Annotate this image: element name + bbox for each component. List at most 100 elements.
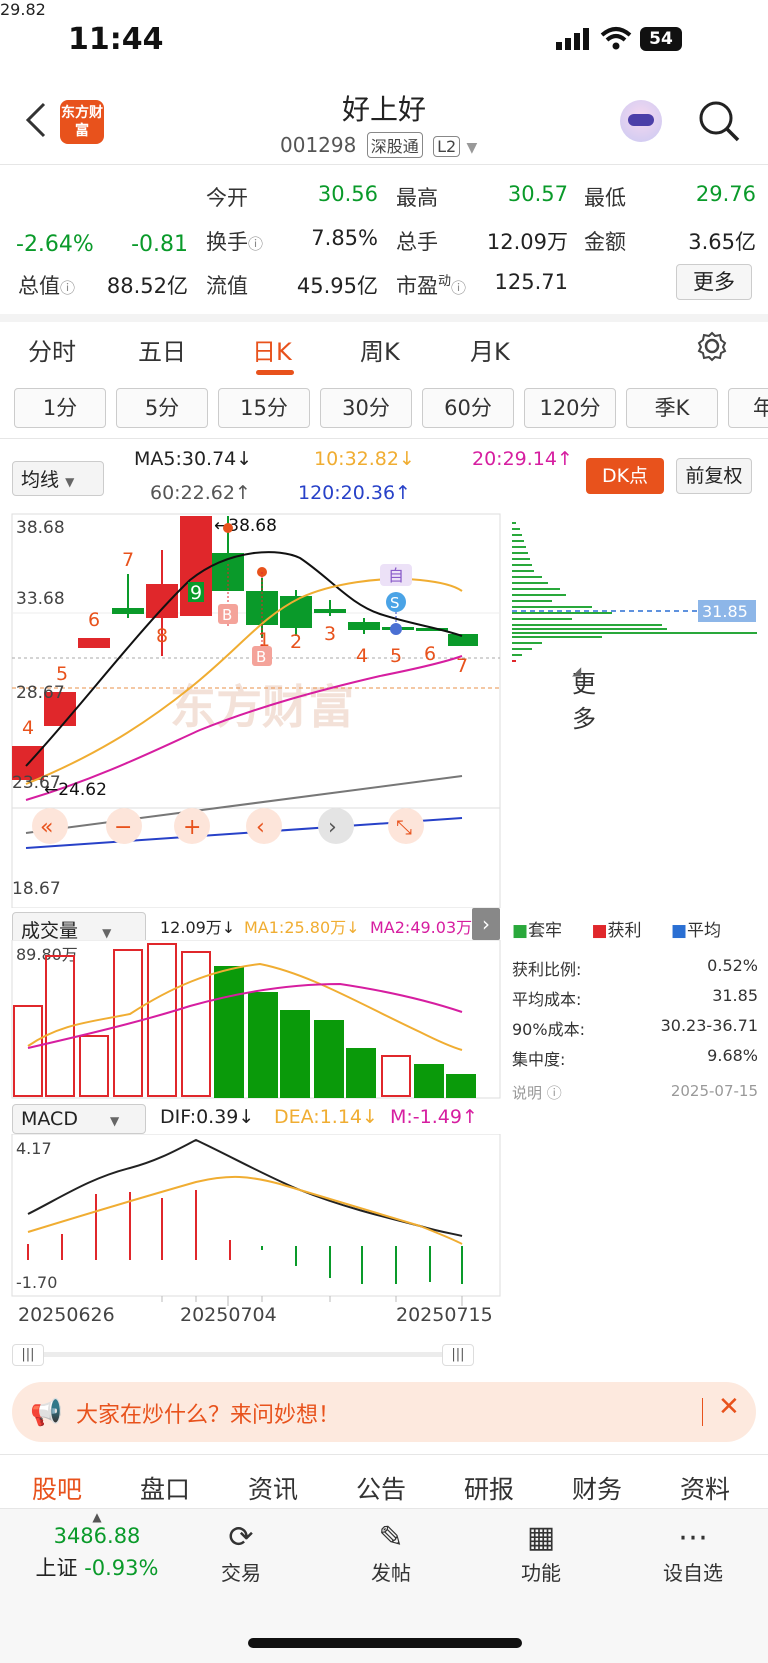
ma10-value: 10:32.82↓ xyxy=(314,448,415,470)
period-1min[interactable]: 1分 xyxy=(14,388,106,428)
pe-label[interactable]: 市盈动ⓘ xyxy=(396,270,466,300)
period-30min[interactable]: 30分 xyxy=(320,388,412,428)
assistant-robot-icon[interactable] xyxy=(620,100,662,142)
index-ticker[interactable]: ▲ 3486.88 上证 -0.93% xyxy=(22,1510,172,1582)
period-60min[interactable]: 60分 xyxy=(422,388,514,428)
turnover-label[interactable]: 换手ⓘ xyxy=(206,226,263,256)
control-label: ⤡ xyxy=(396,815,412,839)
chip-stat-row: 90%成本: 30.23-36.71 xyxy=(512,1016,758,1039)
megaphone-icon: 📢 xyxy=(30,1398,63,1428)
day-number: 2 xyxy=(290,631,302,653)
banner-text: 大家在炒什么？来问妙想！ xyxy=(76,1403,341,1428)
volume-ma2: MA2:49.03万 xyxy=(370,918,473,937)
chip-date: 2025-07-15 xyxy=(670,1082,758,1100)
tab-profile[interactable]: 资料 xyxy=(680,1470,730,1506)
date-label: 20250626 xyxy=(18,1304,115,1326)
legend-average: 平均 xyxy=(687,921,721,941)
more-button[interactable]: 更多 xyxy=(676,264,752,300)
info-icon: ⓘ xyxy=(451,279,467,297)
high-label: 最高 xyxy=(396,186,438,210)
info-icon: ⓘ xyxy=(60,279,76,297)
info-icon: ⓘ xyxy=(546,1084,562,1102)
day-number: 5 xyxy=(56,663,68,685)
index-value: 3486.88 xyxy=(53,1524,141,1548)
chip-stat-row: 平均成本: 31.85 xyxy=(512,986,758,1009)
candle xyxy=(348,622,380,630)
ai-question-banner[interactable]: 📢 大家在炒什么？来问妙想！ ✕ xyxy=(12,1382,756,1442)
legend-trapped: 套牢 xyxy=(528,921,563,941)
open-value: 30.56 xyxy=(317,182,378,206)
tab-five-day[interactable]: 五日 xyxy=(138,332,186,367)
tab-intraday[interactable]: 分时 xyxy=(28,332,76,367)
ma20-value: 20:29.14↑ xyxy=(472,448,573,470)
search-icon[interactable] xyxy=(698,100,742,144)
level2-tag: L2 xyxy=(433,136,461,157)
period-year-k[interactable]: 年 xyxy=(728,388,768,428)
ma120-value: 120:20.36↑ xyxy=(298,482,411,504)
status-time: 11:44 xyxy=(68,22,164,57)
tab-monthly-k[interactable]: 月K xyxy=(470,332,510,367)
stock-code-row[interactable]: 001298 深股通 L2 ▼ xyxy=(280,132,477,158)
active-tab-indicator xyxy=(256,370,294,375)
range-slider[interactable]: ||| ||| xyxy=(12,1344,500,1366)
mcap-label[interactable]: 总值ⓘ xyxy=(18,270,75,300)
low-marker: ←24.62 xyxy=(44,780,107,800)
y-axis-label: 33.68 xyxy=(16,589,65,609)
day-number: 8 xyxy=(156,625,168,647)
period-120min[interactable]: 120分 xyxy=(524,388,616,428)
low-label: 最低 xyxy=(584,186,626,210)
tab-news[interactable]: 资讯 xyxy=(248,1470,298,1506)
connect-tag: 深股通 xyxy=(366,132,423,158)
control-label: + xyxy=(183,815,201,840)
low-value: 29.76 xyxy=(695,182,756,206)
tab-order-book[interactable]: 盘口 xyxy=(140,1470,190,1506)
macd-selector[interactable]: MACD ▼ xyxy=(12,1104,146,1134)
chip-note-row[interactable]: 说明 ⓘ 2025-07-15 xyxy=(512,1082,758,1103)
range-handle-right[interactable]: ||| xyxy=(442,1344,474,1366)
tab-financials[interactable]: 财务 xyxy=(572,1470,622,1506)
dk-point-button[interactable]: DK点 xyxy=(586,458,664,494)
change-percent: -2.64% xyxy=(16,232,94,257)
signal-icon xyxy=(556,28,589,50)
date-label: 20250715 xyxy=(396,1304,493,1326)
chip-stat-row: 获利比例: 0.52% xyxy=(512,956,758,979)
info-icon: ⓘ xyxy=(248,235,264,253)
volume-value: 12.09万↓ xyxy=(160,918,236,937)
day-number: 7 xyxy=(122,549,134,571)
change-amount: -0.81 xyxy=(131,232,188,257)
y-axis-label: 28.67 xyxy=(16,683,65,703)
tab-research[interactable]: 研报 xyxy=(464,1470,514,1506)
ma5-value: MA5:30.74↓ xyxy=(134,448,253,470)
amount-value: 3.65亿 xyxy=(688,230,756,254)
price-adjust-button[interactable]: 前复权 xyxy=(676,458,752,494)
float-label: 流值 xyxy=(206,274,248,298)
period-15min[interactable]: 15分 xyxy=(218,388,310,428)
buy-signal-label: B xyxy=(222,606,232,624)
nav-add-watchlist[interactable]: ⋯ 设自选 xyxy=(638,1520,748,1586)
close-icon[interactable]: ✕ xyxy=(718,1392,740,1422)
kline-chart[interactable]: 东方财富 38.68 33.68 28.67 23.67 18.67 ←38.6… xyxy=(0,508,768,908)
settings-gear-icon[interactable] xyxy=(696,330,728,362)
tab-weekly-k[interactable]: 周K xyxy=(360,332,400,367)
index-change: -0.93% xyxy=(84,1556,159,1580)
period-5min[interactable]: 5分 xyxy=(116,388,208,428)
chip-legend: ■套牢 ■获利 ■平均 xyxy=(512,921,721,941)
indicator-selector[interactable]: 均线 ▼ xyxy=(12,461,104,496)
control-label: − xyxy=(114,815,132,840)
tab-daily-k[interactable]: 日K xyxy=(252,332,292,367)
buy-signal-label: B xyxy=(256,648,266,666)
tab-announcements[interactable]: 公告 xyxy=(356,1470,406,1506)
grid-icon: ▦ xyxy=(526,1520,556,1555)
tab-forum[interactable]: 股吧 xyxy=(32,1470,82,1506)
control-label: ‹ xyxy=(256,815,265,840)
macd-ymin: -1.70 xyxy=(16,1273,57,1292)
range-handle-left[interactable]: ||| xyxy=(12,1344,44,1366)
nav-trade[interactable]: ⟳ 交易 xyxy=(186,1520,296,1586)
candle xyxy=(314,609,346,613)
nav-functions[interactable]: ▦ 功能 xyxy=(486,1520,596,1586)
period-quarter-k[interactable]: 季K xyxy=(626,388,718,428)
divider xyxy=(0,314,768,322)
nav-post[interactable]: ✎ 发帖 xyxy=(336,1520,446,1586)
chip-stat-row: 集中度: 9.68% xyxy=(512,1046,758,1069)
expand-right-icon[interactable]: › xyxy=(472,908,500,940)
